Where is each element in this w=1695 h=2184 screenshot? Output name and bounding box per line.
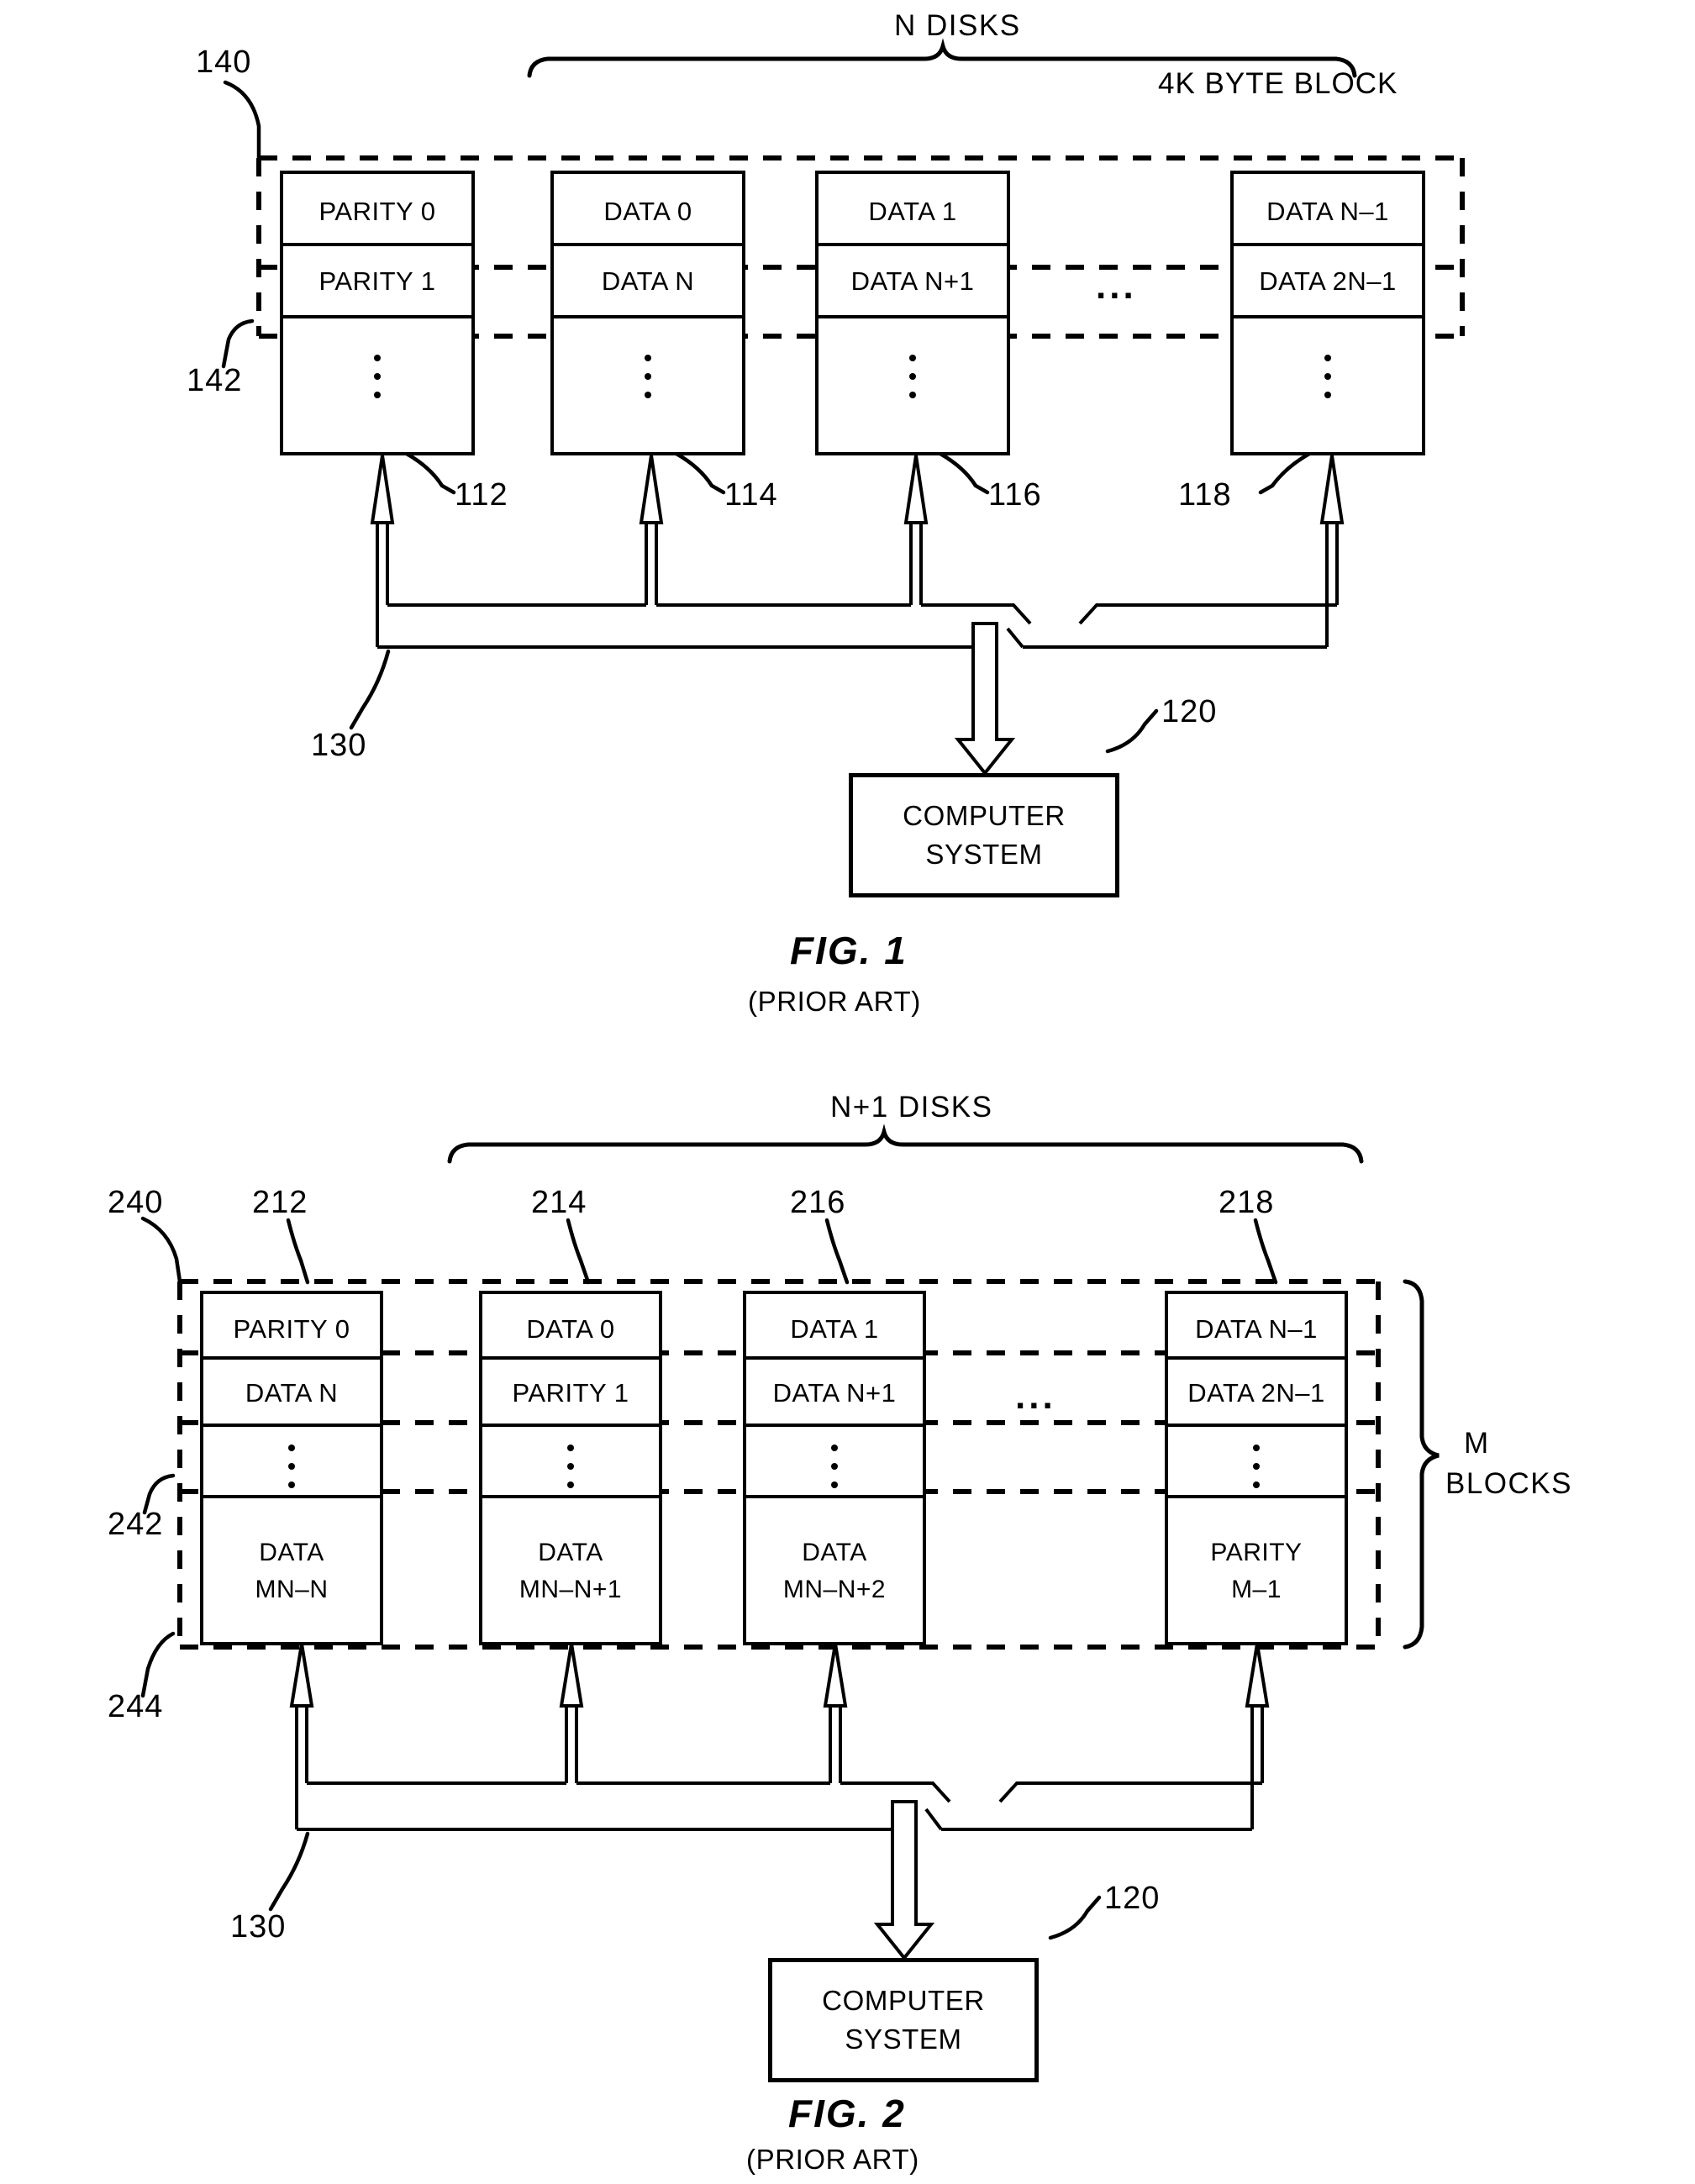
fig2-disk1-cell-0-label: PARITY 0 — [233, 1314, 350, 1344]
fig2-disk2-cell-0-label: DATA 0 — [526, 1314, 615, 1344]
fig2-disk1-cell-2 — [200, 1427, 383, 1498]
fig2-disk2-cell-3-label-line1: DATA — [538, 1539, 603, 1566]
fig2-diskN-cell-3-label-line1: PARITY — [1210, 1539, 1303, 1566]
fig2-ref-bus: 130 — [230, 1909, 287, 1945]
fig2-disk2-cell-2 — [479, 1427, 662, 1498]
fig2-ref-disk1: 212 — [252, 1185, 308, 1220]
fig2-ref-diskN: 218 — [1219, 1185, 1275, 1220]
fig2-ref-outer-array: 240 — [108, 1185, 164, 1220]
fig2-disk3-cell-3: DATA MN–N+2 — [743, 1498, 926, 1645]
fig2-diskN-vertical-dots — [1168, 1439, 1345, 1494]
fig2-diskN-cell-2 — [1165, 1427, 1348, 1498]
fig2-disk1-cell-0: PARITY 0 — [200, 1291, 383, 1360]
fig2-ref-disk3: 216 — [790, 1185, 846, 1220]
fig2-diskN-cell-3-label-line2: M–1 — [1231, 1576, 1282, 1603]
fig2-ref-stripe: 242 — [108, 1507, 164, 1542]
fig2-disk3-cell-2 — [743, 1427, 926, 1498]
fig2-title: FIG. 2 — [788, 2092, 906, 2135]
fig2-disk3-cell-0: DATA 1 — [743, 1291, 926, 1360]
fig2-disk3-cell-1: DATA N+1 — [743, 1360, 926, 1427]
fig2-disk2-cell-1: PARITY 1 — [479, 1360, 662, 1427]
fig2-diskN-cell-3: PARITY M–1 — [1165, 1498, 1348, 1645]
fig2-disk1-cell-3-label-line1: DATA — [259, 1539, 324, 1566]
fig2-blocks-label-line2: BLOCKS — [1445, 1467, 1572, 1500]
fig2-subtitle: (PRIOR ART) — [746, 2144, 919, 2175]
fig2-disk3-vertical-dots — [746, 1439, 923, 1494]
fig2-disk2-cell-0: DATA 0 — [479, 1291, 662, 1360]
fig2-disk3-cell-1-label: DATA N+1 — [772, 1378, 897, 1408]
fig2-brace-label: N+1 DISKS — [830, 1091, 993, 1124]
fig2-computer-system-box: COMPUTER SYSTEM — [768, 1958, 1039, 2082]
fig2-computer-system-line1: COMPUTER — [822, 1985, 985, 2016]
fig2-disk3-cell-0-label: DATA 1 — [790, 1314, 879, 1344]
fig2-disk1-cell-1: DATA N — [200, 1360, 383, 1427]
fig2-diskN-cell-1: DATA 2N–1 — [1165, 1360, 1348, 1427]
fig2-disk2-cell-3: DATA MN–N+1 — [479, 1498, 662, 1645]
fig2-disk2-cell-3-label-line2: MN–N+1 — [519, 1576, 623, 1603]
fig2-blocks-label-line1: M — [1464, 1427, 1490, 1460]
fig2-diskN-cell-1-label: DATA 2N–1 — [1187, 1378, 1325, 1408]
fig2-disk1-vertical-dots — [203, 1439, 380, 1494]
fig2-disk2-vertical-dots — [482, 1439, 659, 1494]
fig2-ref-computer: 120 — [1104, 1881, 1161, 1916]
fig2-computer-system-line2: SYSTEM — [845, 2023, 962, 2055]
fig2-diskN-cell-0: DATA N–1 — [1165, 1291, 1348, 1360]
patent-drawing-sheet: N DISKS 4K BYTE BLOCK 140 142 PARITY 0 P… — [0, 0, 1695, 2184]
fig2-disk1-cell-3-label-line2: MN–N — [255, 1576, 329, 1603]
fig2-diskN-cell-0-label: DATA N–1 — [1195, 1314, 1318, 1344]
fig2-ref-last-stripe: 244 — [108, 1689, 164, 1724]
fig2-disk1-cell-1-label: DATA N — [245, 1378, 339, 1408]
fig2-disk2-cell-1-label: PARITY 1 — [512, 1378, 629, 1408]
fig2-disk1-cell-3: DATA MN–N — [200, 1498, 383, 1645]
fig2-ref-disk2: 214 — [531, 1185, 587, 1220]
fig2-column-ellipsis: ... — [1015, 1376, 1056, 1417]
fig2-disk3-cell-3-label-line1: DATA — [802, 1539, 867, 1566]
fig2-disk3-cell-3-label-line2: MN–N+2 — [782, 1576, 887, 1603]
